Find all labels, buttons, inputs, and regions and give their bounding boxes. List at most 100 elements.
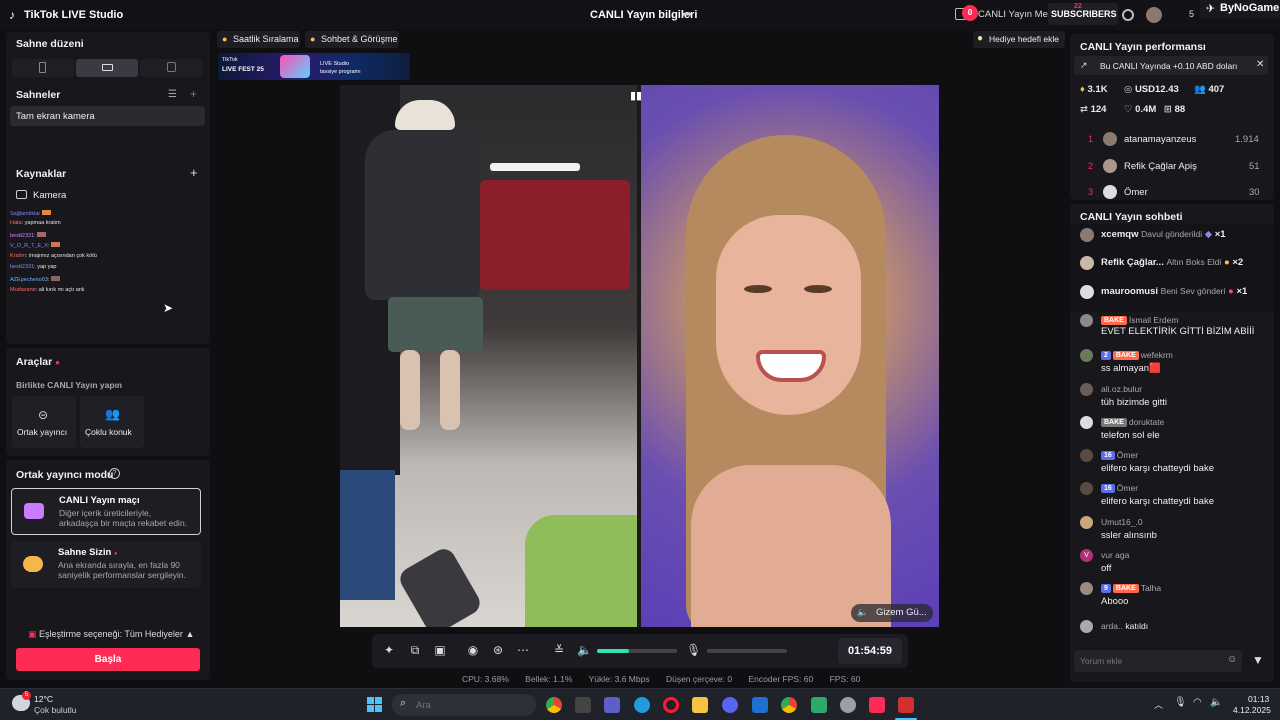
brand-logo-icon: ✈ xyxy=(1206,3,1216,15)
tray-chevron-icon[interactable]: ︿ xyxy=(1154,698,1163,711)
chat-message: V vur aga off xyxy=(1070,548,1274,574)
clock-time[interactable]: 01:13 xyxy=(1248,694,1269,704)
gift-row: mauroomusi Beni Sev gönderi ● ×1 xyxy=(1101,286,1248,297)
volume-slider[interactable] xyxy=(597,649,677,653)
windows-start-icon[interactable] xyxy=(367,697,383,713)
app-icon-3[interactable] xyxy=(840,697,856,713)
media-player-icon[interactable] xyxy=(898,697,914,713)
microphone-icon[interactable]: 🎙 xyxy=(686,643,701,657)
guest-name-tag[interactable]: 🔈 Gizem Gü... xyxy=(851,604,933,622)
scene-layout-title: Sahne düzeni xyxy=(16,38,84,50)
hourly-ranking-button[interactable]: ● Saatlik Sıralama xyxy=(217,31,300,48)
add-source-icon[interactable]: + xyxy=(190,165,198,180)
chat-avatar[interactable] xyxy=(1080,516,1093,529)
discord-icon[interactable] xyxy=(722,697,738,713)
notification-badge: 0 xyxy=(962,5,978,21)
live-fest-banner[interactable]: TikTok LIVE FEST 25 LIVE Studio tavsiye … xyxy=(218,53,410,80)
file-explorer-icon[interactable] xyxy=(692,697,708,713)
chat-avatar[interactable] xyxy=(1080,416,1093,429)
ranking-name[interactable]: atanamayanzeus xyxy=(1124,134,1196,145)
guest-camera-feed: 🔈 Gizem Gü... xyxy=(641,85,939,627)
replay-icon[interactable]: ⊛ xyxy=(491,643,505,657)
match-option-selector[interactable]: ▣ Eşleştirme seçeneği: Tüm Hediyeler ▲ xyxy=(28,629,194,640)
chat-avatar[interactable] xyxy=(1080,314,1093,327)
volume-tray-icon[interactable]: 🔈 xyxy=(1210,697,1222,708)
chat-message: 2 BAKE wefekrm ss almayan🟥 xyxy=(1070,348,1274,374)
mic-slider[interactable] xyxy=(707,649,787,653)
live-preview[interactable]: ▮▮▮ 🔈 Gizem Gü... xyxy=(340,85,939,627)
search-icon: ⌕ xyxy=(400,697,407,709)
chat-avatar[interactable] xyxy=(1080,383,1093,396)
scene-panel: Sahne düzeni Sahneler ☰ + Tam ekran kame… xyxy=(6,32,210,344)
chat-avatar[interactable] xyxy=(1080,482,1093,495)
chrome-icon-2[interactable] xyxy=(781,697,797,713)
layout-icon[interactable]: ▣ xyxy=(433,643,447,657)
comment-input[interactable]: ☺ xyxy=(1074,650,1242,672)
emoji-icon[interactable]: ☺ xyxy=(1227,654,1237,665)
gift-avatar[interactable] xyxy=(1080,285,1094,299)
rank-number: 2 xyxy=(1088,161,1094,171)
ranking-name[interactable]: Refik Çağlar Apiş xyxy=(1124,161,1197,172)
sliders-icon[interactable]: ≚ xyxy=(552,643,566,657)
cohost-button[interactable]: ⊝ Ortak yayıncı xyxy=(12,396,76,448)
gift-goal-button[interactable]: ● Hediye hedefi ekle xyxy=(973,31,1065,48)
layout-rotate-button[interactable] xyxy=(140,59,202,77)
opera-icon[interactable] xyxy=(663,697,679,713)
comment-input-field[interactable] xyxy=(1080,654,1220,668)
stage-yours-card[interactable]: Sahne Sizin ● Ana ekranda sırayla, en fa… xyxy=(11,541,201,588)
brand-name: ByNoGame xyxy=(1220,2,1280,14)
layout-landscape-button[interactable] xyxy=(76,59,138,77)
start-button[interactable]: Başla xyxy=(16,648,200,671)
chat-avatar[interactable]: V xyxy=(1080,549,1093,562)
chrome-icon[interactable] xyxy=(546,697,562,713)
live-match-card[interactable]: CANLI Yayın maçı Diğer içerik üreticiler… xyxy=(11,488,201,535)
teams-icon[interactable] xyxy=(604,697,620,713)
wifi-icon[interactable]: ◠ xyxy=(1193,697,1202,708)
ranking-score: 30 xyxy=(1249,187,1260,198)
taskbar-search-input[interactable] xyxy=(416,698,496,712)
taskbar-search[interactable]: ⌕ xyxy=(392,694,536,716)
promo-banner[interactable]: ↗ Bu CANLI Yayında +0.10 ABD doları ✕ xyxy=(1074,56,1268,75)
scene-item-fullscreen-camera[interactable]: Tam ekran kamera xyxy=(10,106,205,126)
source-camera-label[interactable]: Kamera xyxy=(33,190,66,201)
ranking-avatar[interactable] xyxy=(1103,159,1117,173)
volume-icon[interactable]: 🔈 xyxy=(577,643,592,657)
chat-avatar[interactable] xyxy=(1080,620,1093,633)
tiktok-live-taskbar-icon[interactable] xyxy=(869,697,885,713)
chat-talk-button[interactable]: ● Sohbet & Görüşme xyxy=(305,31,399,48)
guest-eye-left xyxy=(744,285,772,293)
settings-gear-icon[interactable] xyxy=(1122,9,1134,21)
gift-avatar[interactable] xyxy=(1080,228,1094,242)
profile-avatar[interactable] xyxy=(1146,7,1162,23)
magic-wand-icon[interactable]: ✦ xyxy=(382,643,396,657)
chat-avatar[interactable] xyxy=(1080,582,1093,595)
ranking-avatar[interactable] xyxy=(1103,132,1117,146)
filter-icon[interactable]: ▼ xyxy=(1252,653,1264,667)
more-icon[interactable]: ⋯ xyxy=(516,643,530,657)
mini-chat-line: Kralım: imajımız açısından çok kötü xyxy=(10,253,97,259)
multi-guest-button[interactable]: 👥 Çoklu konuk xyxy=(80,396,144,448)
share-icon[interactable]: ➦ xyxy=(682,8,694,20)
chat-avatar[interactable] xyxy=(1080,349,1093,362)
ranking-avatar[interactable] xyxy=(1103,185,1117,199)
mail-icon[interactable] xyxy=(752,697,768,713)
layout-portrait-button[interactable] xyxy=(12,59,74,77)
chat-message: ali.oz.bulur tüh bizimde gitti xyxy=(1070,382,1274,408)
help-icon[interactable]: ? xyxy=(109,468,120,479)
edge-icon[interactable] xyxy=(634,697,650,713)
mini-chat-line: AZEpecheno03: xyxy=(10,276,60,283)
tray-mic-icon[interactable]: 🎙 xyxy=(1174,697,1187,708)
ranking-name[interactable]: Ömer xyxy=(1124,187,1148,198)
add-scene-icon[interactable]: + xyxy=(190,87,197,101)
close-icon[interactable]: ✕ xyxy=(1256,59,1264,70)
chat-avatar[interactable] xyxy=(1080,449,1093,462)
scene-list-icon[interactable]: ☰ xyxy=(168,89,177,100)
app-icon-2[interactable] xyxy=(811,697,827,713)
promo-text: Bu CANLI Yayında +0.10 ABD doları xyxy=(1100,61,1238,71)
gift-goal-label: Hediye hedefi ekle xyxy=(989,34,1059,44)
effects-icon[interactable]: ⧉ xyxy=(408,643,422,657)
weather-temp[interactable]: 12°C xyxy=(34,694,53,704)
app-icon-1[interactable] xyxy=(575,697,591,713)
record-icon[interactable]: ◉ xyxy=(466,643,480,657)
gift-avatar[interactable] xyxy=(1080,256,1094,270)
